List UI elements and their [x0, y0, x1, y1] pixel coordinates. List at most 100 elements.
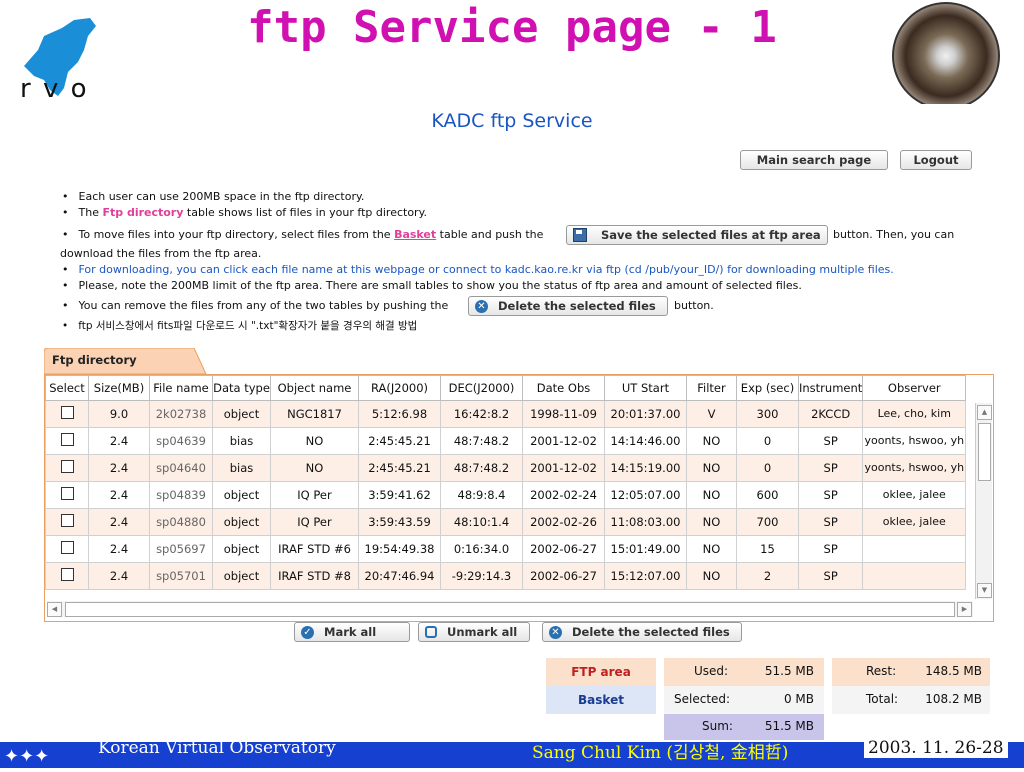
total-value: 108.2 MB — [925, 692, 982, 706]
table-cell: object — [212, 481, 271, 509]
table-cell: 700 — [736, 508, 799, 536]
table-cell: NO — [686, 535, 737, 563]
ftp-directory-table: Select Size(MB) File name Data type Obje… — [45, 375, 967, 590]
table-horizontal-scrollbar[interactable]: ◀ ▶ — [47, 601, 973, 617]
table-cell: -9:29:14.3 — [440, 562, 523, 590]
delete-selected-files-button-top[interactable]: ✕ Delete the selected files — [468, 296, 668, 316]
file-name-link[interactable]: sp04839 — [149, 481, 213, 509]
unmark-all-button[interactable]: Unmark all — [418, 622, 530, 642]
table-cell: 15:01:49.00 — [604, 535, 687, 563]
file-name-link[interactable]: sp05697 — [149, 535, 213, 563]
column-header: File name — [149, 375, 213, 401]
used-box: Used: 51.5 MB — [664, 658, 824, 686]
scroll-down-icon[interactable]: ▼ — [977, 583, 992, 598]
scrollbar-thumb-horizontal[interactable] — [65, 602, 955, 617]
file-name-link[interactable]: 2k02738 — [149, 400, 213, 428]
table-cell: NO — [686, 427, 737, 455]
table-cell: 2KCCD — [797, 400, 864, 428]
select-checkbox[interactable] — [60, 514, 74, 527]
table-cell: 0 — [736, 427, 799, 455]
bullet-icon: • — [62, 206, 69, 219]
selected-value: 0 MB — [783, 692, 814, 706]
table-cell: 5:12:6.98 — [358, 400, 441, 428]
column-header: Observer — [862, 375, 967, 401]
column-header: Date Obs — [522, 375, 605, 401]
scroll-right-icon[interactable]: ▶ — [957, 602, 972, 617]
slide-title: ftp Service page - 1 — [247, 2, 777, 53]
table-row: 2.4 sp05697 object IRAF STD #6 19:54:49.38 0:… — [45, 535, 967, 563]
table-cell: object — [212, 508, 271, 536]
scroll-left-icon[interactable]: ◀ — [47, 602, 62, 617]
table-cell: 300 — [736, 400, 799, 428]
table-vertical-scrollbar[interactable]: ▲ ▼ — [975, 403, 992, 599]
select-checkbox[interactable] — [60, 541, 74, 554]
instruction-line-2: • The Ftp directory table shows list of f… — [62, 206, 428, 219]
instruction-line-7-tail: button. — [674, 299, 714, 312]
file-name-link[interactable]: sp04639 — [149, 427, 213, 455]
table-cell: 2 — [736, 562, 799, 590]
footer-author: Sang Chul Kim (김상철, 金相哲) — [532, 743, 789, 763]
mark-all-button[interactable]: ✓ Mark all — [294, 622, 410, 642]
logout-button[interactable]: Logout — [900, 150, 972, 170]
save-selected-files-button[interactable]: Save the selected files at ftp area — [566, 225, 828, 245]
ftp-directory-tab[interactable]: Ftp directory — [44, 348, 216, 374]
table-cell: SP — [797, 454, 864, 482]
table-cell: 1998-11-09 — [522, 400, 605, 428]
select-cell — [45, 562, 89, 590]
table-header-row: Select Size(MB) File name Data type Obje… — [45, 375, 967, 401]
main-search-page-button[interactable]: Main search page — [740, 150, 888, 170]
delete-selected-files-button[interactable]: ✕ Delete the selected files — [542, 622, 742, 642]
table-cell: NO — [686, 454, 737, 482]
table-cell: 2:45:45.21 — [358, 427, 441, 455]
table-cell: 2001-12-02 — [522, 427, 605, 455]
column-header: Select — [45, 375, 89, 401]
scroll-up-icon[interactable]: ▲ — [977, 405, 992, 420]
table-cell: 12:05:07.00 — [604, 481, 687, 509]
column-header: Filter — [686, 375, 737, 401]
page-title: KADC ftp Service — [431, 110, 593, 132]
bullet-icon: • — [62, 228, 69, 241]
observatory-image — [892, 2, 1000, 110]
basket-link[interactable]: Basket — [394, 228, 436, 241]
kvo-logo-text: r v o — [20, 74, 89, 104]
table-row: 2.4 sp04839 object IQ Per 3:59:41.62 48:9:8.4… — [45, 481, 967, 509]
table-cell: 2:45:45.21 — [358, 454, 441, 482]
select-checkbox[interactable] — [60, 568, 74, 581]
scrollbar-thumb[interactable] — [978, 423, 991, 481]
file-name-link[interactable]: sp05701 — [149, 562, 213, 590]
total-label: Total: — [866, 692, 899, 706]
table-cell: IRAF STD #8 — [270, 562, 359, 590]
table-cell: NO — [270, 427, 359, 455]
table-cell: 9.0 — [88, 400, 150, 428]
table-cell: 48:7:48.2 — [440, 427, 523, 455]
column-header: Size(MB) — [88, 375, 150, 401]
file-name-link[interactable]: sp04640 — [149, 454, 213, 482]
delete-x-icon: ✕ — [549, 625, 562, 639]
basket-label: Basket — [546, 686, 656, 714]
select-checkbox[interactable] — [60, 433, 74, 446]
column-header: Object name — [270, 375, 359, 401]
instruction-line-8[interactable]: • ftp 서비스창에서 fits파일 다운로드 시 ".txt"확장자가 붙을 … — [62, 318, 417, 333]
table-cell: 600 — [736, 481, 799, 509]
table-cell: 2.4 — [88, 481, 150, 509]
instruction-line-3: • To move files into your ftp directory, … — [62, 228, 544, 241]
select-checkbox[interactable] — [60, 460, 74, 473]
table-cell: 48:7:48.2 — [440, 454, 523, 482]
ftp-service-panel: KADC ftp Service Main search page Logout… — [26, 104, 998, 742]
table-row: 2.4 sp04639 bias NO 2:45:45.21 48:7:48.2 2001-… — [45, 427, 967, 455]
table-cell: V — [686, 400, 737, 428]
instruction-line-6: • Please, note the 200MB limit of the ftp… — [62, 279, 802, 292]
table-cell: IQ Per — [270, 508, 359, 536]
select-checkbox[interactable] — [60, 406, 74, 419]
table-cell: bias — [212, 454, 271, 482]
file-name-link[interactable]: sp04880 — [149, 508, 213, 536]
stars-decoration-icon: ✦✦✦ — [0, 722, 96, 768]
rest-value: 148.5 MB — [925, 664, 982, 678]
select-checkbox[interactable] — [60, 487, 74, 500]
column-header: UT Start — [604, 375, 687, 401]
bullet-icon: • — [62, 279, 69, 292]
table-cell: SP — [797, 481, 864, 509]
table-cell: NO — [686, 508, 737, 536]
table-cell: 2.4 — [88, 508, 150, 536]
table-cell: 0:16:34.0 — [440, 535, 523, 563]
